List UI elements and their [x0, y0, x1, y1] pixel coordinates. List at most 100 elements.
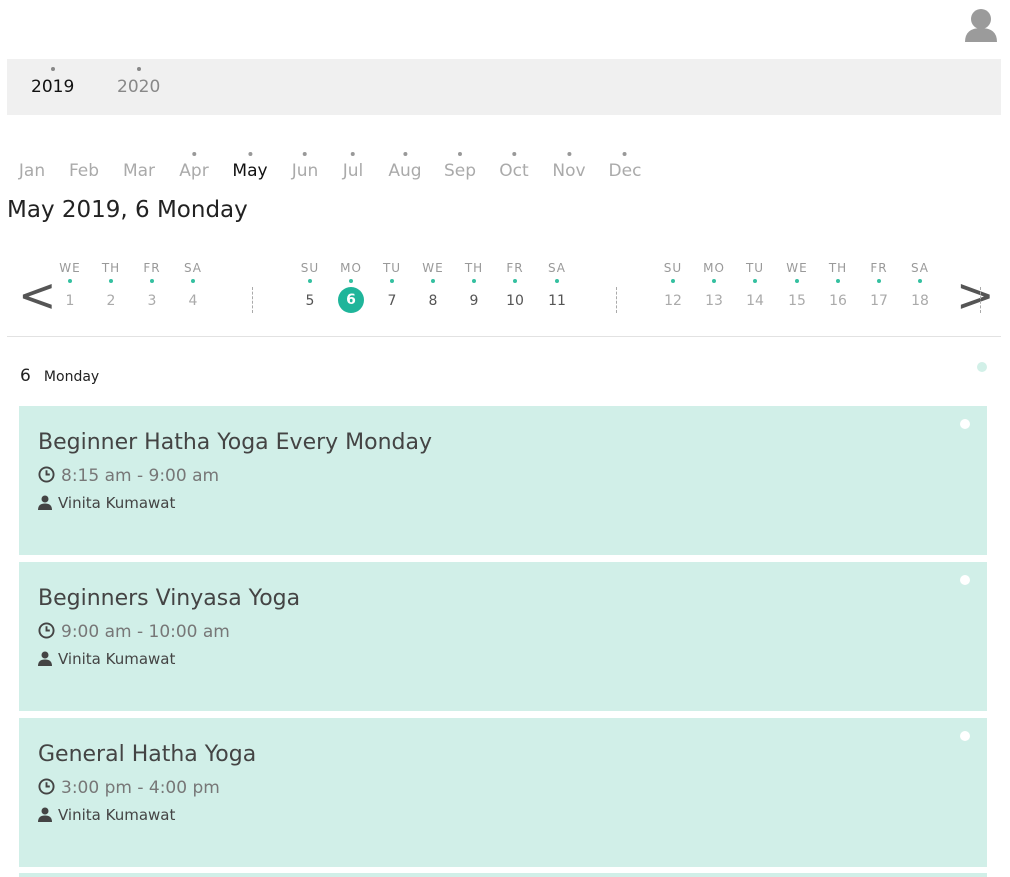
month-tab-feb[interactable]: Feb [69, 161, 99, 181]
month-event-dot [567, 152, 571, 156]
day-number: 6 [338, 287, 364, 313]
divider [7, 336, 1001, 337]
month-event-dot [623, 152, 627, 156]
day-number: 4 [188, 293, 198, 309]
page-title: May 2019, 6 Monday [7, 197, 248, 223]
month-tab-apr[interactable]: Apr [179, 152, 209, 181]
day-event-dot [431, 279, 435, 283]
event-time: 3:00 pm - 4:00 pm [38, 778, 220, 798]
weekday-label: FR [143, 261, 161, 275]
event-time-text: 3:00 pm - 4:00 pm [61, 778, 220, 798]
month-event-dot [248, 152, 252, 156]
event-time-text: 9:00 am - 10:00 am [61, 622, 230, 642]
week-divider [980, 287, 981, 313]
weekday-label: TH [101, 261, 121, 275]
event-status-dot [960, 575, 970, 585]
month-tab-dec[interactable]: Dec [608, 152, 642, 181]
weekday-label: SA [547, 261, 567, 275]
weekday-label: MO [703, 261, 725, 275]
day-event-dot [191, 279, 195, 283]
day-number: 3 [147, 293, 157, 309]
month-bar: Jan Feb Mar Apr May Jun Jul Aug Sep Oct … [0, 150, 1010, 184]
month-tab-jan[interactable]: Jan [19, 161, 45, 181]
day-number: 17 [870, 293, 888, 309]
year-tab-2019[interactable]: 2019 [31, 67, 75, 97]
year-tab-2020[interactable]: 2020 [117, 67, 161, 97]
day-event-dot [349, 279, 353, 283]
event-time-text: 8:15 am - 9:00 am [61, 466, 220, 486]
day-number: 14 [746, 293, 764, 309]
weekday-label: WE [59, 261, 81, 275]
event-instructor-name: Vinita Kumawat [58, 806, 176, 824]
month-tab-nov[interactable]: Nov [552, 152, 586, 181]
year-event-dot [136, 67, 141, 71]
month-label: Dec [608, 161, 642, 181]
selected-day-weekday: Monday [43, 369, 100, 385]
weekday-label: FR [870, 261, 888, 275]
user-icon [38, 651, 52, 666]
day-number: 10 [506, 293, 524, 309]
day-event-dot [918, 279, 922, 283]
weekday-label: WE [422, 261, 444, 275]
weekday-label: TU [382, 261, 402, 275]
event-status-dot [960, 419, 970, 429]
event-instructor-name: Vinita Kumawat [58, 650, 176, 668]
next-week-button[interactable]: > [956, 272, 995, 318]
event-card[interactable] [19, 873, 987, 877]
day-number: 16 [829, 293, 847, 309]
day-event-dot [390, 279, 394, 283]
year-label: 2020 [117, 77, 161, 97]
month-tab-oct[interactable]: Oct [499, 152, 529, 181]
prev-week-button[interactable]: < [18, 272, 57, 318]
weekday-label: FR [506, 261, 524, 275]
month-tab-may[interactable]: May [232, 152, 268, 181]
week-divider [616, 287, 617, 313]
day-event-dot [712, 279, 716, 283]
month-label: May [232, 161, 268, 181]
month-event-dot [457, 152, 462, 156]
day-number: 9 [469, 293, 479, 309]
event-title: Beginner Hatha Yoga Every Monday [38, 430, 433, 455]
clock-icon [38, 466, 55, 483]
day-event-dot [109, 279, 113, 283]
event-card[interactable]: Beginner Hatha Yoga Every Monday 8:15 am… [19, 406, 987, 555]
month-label: Nov [552, 161, 586, 181]
user-icon [38, 807, 52, 822]
event-status-dot [960, 731, 970, 741]
selected-day-header: 6 Monday [20, 366, 99, 386]
user-avatar-icon[interactable] [962, 6, 1000, 44]
event-title: General Hatha Yoga [38, 742, 257, 767]
day-event-dot [308, 279, 312, 283]
day-number: 11 [548, 293, 566, 309]
month-tab-jul[interactable]: Jul [343, 152, 363, 181]
day-number: 8 [428, 293, 438, 309]
event-card[interactable]: Beginners Vinyasa Yoga 9:00 am - 10:00 a… [19, 562, 987, 711]
month-event-dot [191, 152, 196, 156]
month-label: Apr [179, 161, 209, 181]
month-label: Feb [68, 161, 100, 181]
month-tab-jun[interactable]: Jun [292, 152, 318, 181]
day-event-dot [836, 279, 840, 283]
month-tab-aug[interactable]: Aug [388, 152, 422, 181]
year-bar: 2019 2020 [7, 59, 1001, 115]
month-event-dot [512, 152, 516, 156]
day-number: 5 [305, 293, 315, 309]
event-card[interactable]: General Hatha Yoga 3:00 pm - 4:00 pm Vin… [19, 718, 987, 867]
day-event-dot [795, 279, 799, 283]
event-instructor: Vinita Kumawat [38, 650, 175, 668]
day-event-dot [555, 279, 559, 283]
year-label: 2019 [31, 77, 75, 97]
clock-icon [38, 622, 55, 639]
day-event-dot [68, 279, 72, 283]
year-event-dot [50, 67, 55, 71]
weekday-label: SU [663, 261, 683, 275]
event-time: 9:00 am - 10:00 am [38, 622, 230, 642]
month-tab-sep[interactable]: Sep [444, 152, 476, 181]
weekday-label: TH [464, 261, 484, 275]
weekday-label: SA [183, 261, 203, 275]
month-label: Oct [499, 161, 529, 181]
month-tab-mar[interactable]: Mar [123, 161, 155, 181]
clock-icon [38, 778, 55, 795]
event-instructor: Vinita Kumawat [38, 806, 175, 824]
day-number: 13 [705, 293, 723, 309]
